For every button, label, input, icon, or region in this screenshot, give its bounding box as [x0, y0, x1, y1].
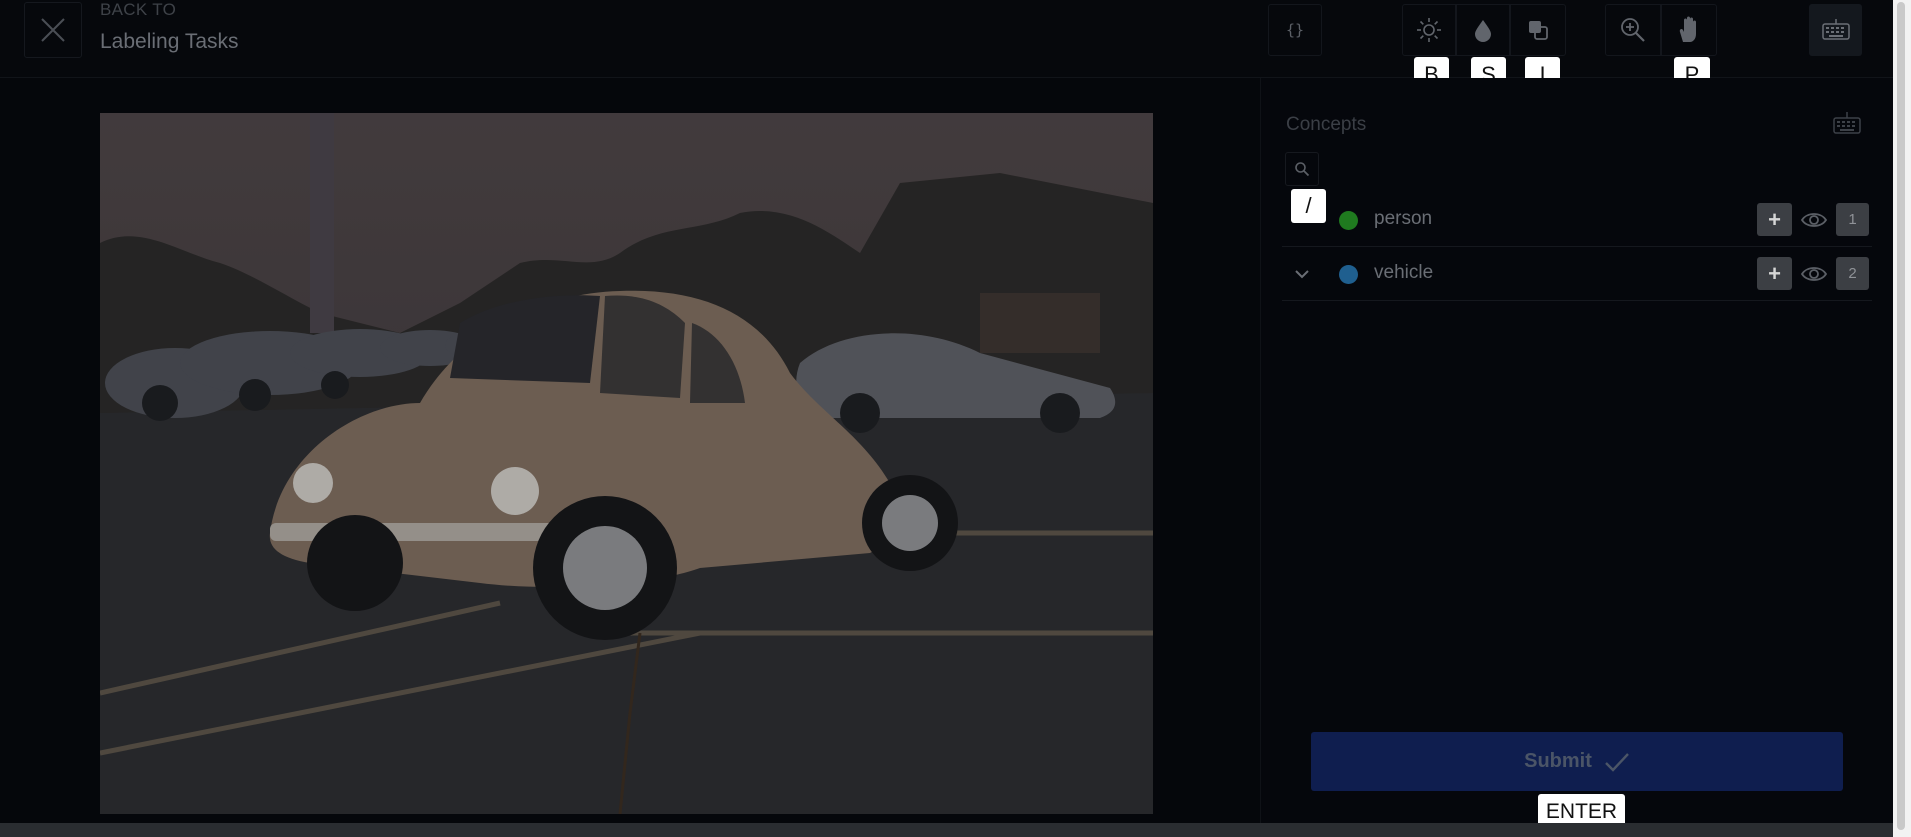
brightness-icon — [1417, 18, 1441, 42]
panel-keyboard-button[interactable] — [1832, 110, 1862, 136]
concept-color-dot — [1339, 265, 1358, 284]
checkmark-icon — [1605, 752, 1629, 772]
add-annotation-button[interactable]: + — [1757, 257, 1792, 290]
car-photo — [100, 113, 1153, 814]
vertical-scrollbar-thumb[interactable] — [1897, 2, 1905, 830]
saturation-button[interactable] — [1456, 4, 1510, 56]
zoom-button[interactable] — [1605, 4, 1661, 56]
keyboard-shortcuts-button[interactable] — [1809, 4, 1862, 56]
search-icon — [1295, 162, 1310, 177]
labeling-image[interactable] — [100, 113, 1153, 814]
submit-button[interactable]: Submit — [1311, 732, 1843, 791]
concepts-panel — [1260, 78, 1894, 830]
saturation-icon — [1475, 20, 1491, 42]
close-button[interactable] — [24, 2, 82, 58]
brightness-button[interactable] — [1402, 4, 1456, 56]
concept-hotkey-badge: 1 — [1836, 203, 1869, 236]
add-annotation-button[interactable]: + — [1757, 203, 1792, 236]
concepts-title: Concepts — [1286, 114, 1367, 135]
horizontal-scrollbar[interactable] — [0, 823, 1893, 837]
visibility-eye-icon[interactable] — [1800, 207, 1828, 233]
submit-label: Submit — [1524, 750, 1592, 772]
json-label: {} — [1285, 21, 1305, 39]
json-button[interactable]: {} — [1268, 4, 1322, 56]
zoom-in-icon — [1621, 18, 1645, 42]
concept-search-button[interactable] — [1285, 152, 1319, 186]
invert-icon — [1529, 21, 1548, 40]
invert-button[interactable] — [1510, 4, 1566, 56]
pan-button[interactable] — [1661, 4, 1717, 56]
concept-color-dot — [1339, 211, 1358, 230]
page-title[interactable]: Labeling Tasks — [100, 30, 239, 54]
keyboard-icon — [1821, 19, 1850, 40]
hotkey-hint-search: / — [1291, 189, 1326, 223]
concept-hotkey-badge: 2 — [1836, 257, 1869, 290]
back-to-label[interactable]: BACK TO — [100, 0, 176, 20]
keyboard-icon — [1833, 112, 1861, 134]
close-icon — [41, 18, 65, 42]
concept-label: vehicle — [1374, 262, 1434, 283]
visibility-eye-icon[interactable] — [1800, 261, 1828, 287]
concept-row-vehicle[interactable]: vehicle + 2 — [1282, 248, 1872, 301]
concept-label: person — [1374, 208, 1433, 229]
concept-row-person[interactable]: person + 1 — [1282, 194, 1872, 247]
hand-icon — [1679, 16, 1696, 42]
chevron-down-icon[interactable] — [1292, 264, 1312, 284]
